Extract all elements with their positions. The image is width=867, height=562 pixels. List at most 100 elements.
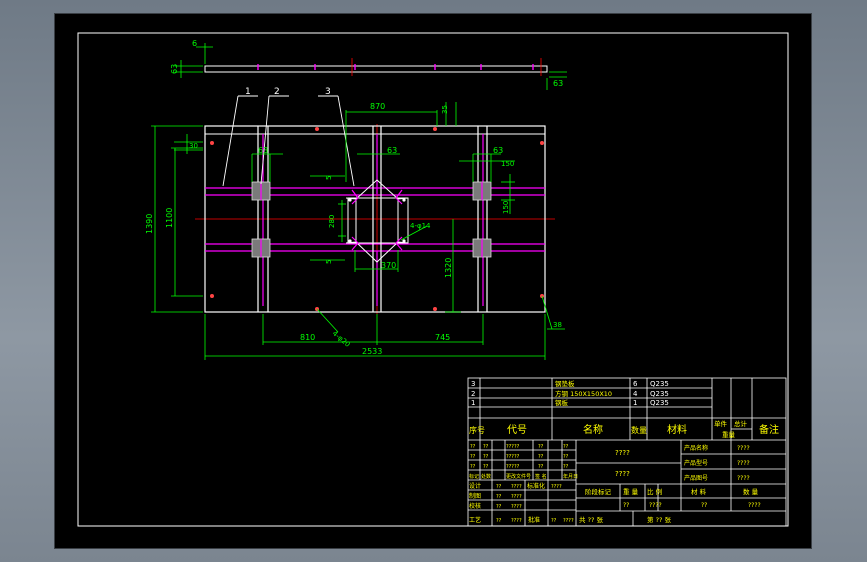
svg-text:??: ??	[563, 444, 569, 450]
check-label: 校核	[469, 502, 481, 510]
dim-1100: 1100	[165, 208, 174, 228]
bom-row-2-seq: 2	[471, 390, 475, 398]
svg-text:??: ??	[483, 444, 489, 450]
drawing-sheet: 6 63 63 1 2 3 870 35 30 63 63 63 150 150…	[55, 14, 811, 548]
svg-text:????: ????	[563, 518, 574, 524]
svg-text:??: ??	[496, 494, 502, 500]
bom-header-code: 代号	[507, 424, 527, 436]
svg-text:????: ????	[551, 484, 562, 490]
svg-text:?????: ?????	[506, 454, 520, 460]
change-doc-label: 更改文件号	[506, 473, 531, 480]
weight-label: 重 量	[623, 488, 639, 496]
svg-text:??: ??	[496, 484, 502, 490]
product-name-label: 产品名称	[684, 444, 708, 452]
dim-870: 870	[370, 102, 385, 111]
svg-text:??: ??	[538, 454, 544, 460]
material-label: 材 料	[691, 487, 707, 496]
bom-row-2-name: 方钢 150X150X10	[555, 389, 612, 398]
dim-150-v: 150	[502, 201, 510, 214]
product-drawing-no-label: 产品图号	[684, 474, 708, 482]
svg-text:??: ??	[538, 444, 544, 450]
design-label: 设计	[469, 482, 481, 490]
title-block: 3 钢垫板 6 Q235 2 方钢 150X150X10 4 Q235 1 钢板…	[467, 377, 787, 527]
bom-row-1-name: 钢板	[555, 398, 569, 407]
total-sheets: 共 ?? 张	[579, 515, 604, 524]
count-label: 处数	[481, 473, 491, 480]
svg-text:??: ??	[496, 518, 502, 524]
dim-5-a: 5	[325, 176, 333, 180]
dim-top-width: 6	[192, 39, 197, 48]
svg-text:??: ??	[563, 464, 569, 470]
bom-row-2-qty: 4	[633, 390, 638, 398]
sheet-number: 第 ?? 张	[647, 515, 672, 524]
product-name-value: ????	[737, 445, 750, 452]
material-value: ??	[701, 502, 707, 509]
svg-text:????: ????	[511, 484, 522, 490]
balloon-2: 2	[274, 87, 280, 97]
svg-text:??: ??	[470, 464, 476, 470]
weight-value: ??	[623, 502, 629, 509]
cad-drawing: 6 63 63 1 2 3 870 35 30 63 63 63 150 150…	[77, 32, 789, 527]
scale-value: ????	[649, 502, 662, 509]
scale-label: 比 例	[647, 487, 662, 496]
svg-text:??: ??	[538, 464, 544, 470]
quantity-label: 数 量	[743, 487, 759, 496]
dim-1390: 1390	[145, 214, 154, 234]
dim-150-h: 150	[501, 160, 514, 168]
drawing-label: 制图	[469, 492, 481, 500]
process-label: 工艺	[469, 516, 481, 524]
svg-text:??: ??	[563, 454, 569, 460]
bom-header-weight: 重量	[722, 431, 736, 439]
bom-row-3-material: Q235	[650, 380, 669, 388]
signature-label: 签 名	[535, 473, 547, 480]
dim-38: 38	[553, 321, 562, 329]
svg-text:????: ????	[511, 494, 522, 500]
bom-row-3-name: 钢垫板	[555, 379, 575, 388]
svg-text:????: ????	[511, 518, 522, 524]
bom-header-unit: 单件	[714, 419, 728, 428]
part-name-q1: ????	[615, 449, 630, 457]
top-view: 6 63 63	[170, 39, 567, 90]
mark-label: 标记	[469, 473, 479, 480]
svg-text:?????: ?????	[506, 444, 520, 450]
dim-63-a: 63	[258, 146, 268, 155]
dim-top-right: 63	[553, 79, 563, 88]
dimension-lines	[151, 102, 565, 360]
dim-280: 280	[328, 215, 336, 228]
quantity-value: ????	[748, 502, 761, 509]
svg-text:??: ??	[483, 464, 489, 470]
dim-370: 370	[381, 261, 396, 270]
bom-row-3-qty: 6	[633, 380, 638, 388]
bom-header-remark: 备注	[759, 423, 779, 436]
product-model-value: ????	[737, 460, 750, 467]
bom-header-name: 名称	[583, 423, 603, 436]
balloon-3: 3	[325, 87, 331, 97]
part-name-q2: ????	[615, 470, 630, 478]
standard-label: 标准化	[527, 482, 545, 490]
dim-63-c: 63	[493, 146, 503, 155]
date-label: 年月日	[563, 473, 578, 480]
bom-header-seq: 序号	[469, 425, 485, 435]
dim-745: 745	[435, 333, 450, 342]
bom-header-total: 总计	[734, 419, 748, 428]
bom-row-1-seq: 1	[471, 399, 475, 407]
product-model-label: 产品型号	[684, 459, 708, 467]
svg-text:?????: ?????	[506, 464, 520, 470]
dim-top-height: 63	[170, 64, 179, 74]
dim-1320: 1320	[444, 258, 453, 278]
inner-frame	[77, 32, 789, 527]
dim-63-b: 63	[387, 146, 397, 155]
dim-5-b: 5	[325, 260, 333, 264]
front-view: 1 2 3 870 35 30 63 63 63 150 150 5 5 280…	[145, 87, 565, 360]
bom-row-3-seq: 3	[471, 380, 475, 388]
svg-text:??: ??	[470, 444, 476, 450]
svg-text:??: ??	[470, 454, 476, 460]
balloon-1: 1	[245, 87, 251, 97]
bom-header-qty: 数量	[631, 425, 647, 435]
bom-row-2-material: Q235	[650, 390, 669, 398]
product-drawing-no-value: ????	[737, 475, 750, 482]
approve-label: 批准	[528, 516, 540, 524]
bom-row-1-qty: 1	[633, 399, 637, 407]
svg-text:????: ????	[511, 504, 522, 510]
dim-35: 35	[441, 105, 449, 114]
